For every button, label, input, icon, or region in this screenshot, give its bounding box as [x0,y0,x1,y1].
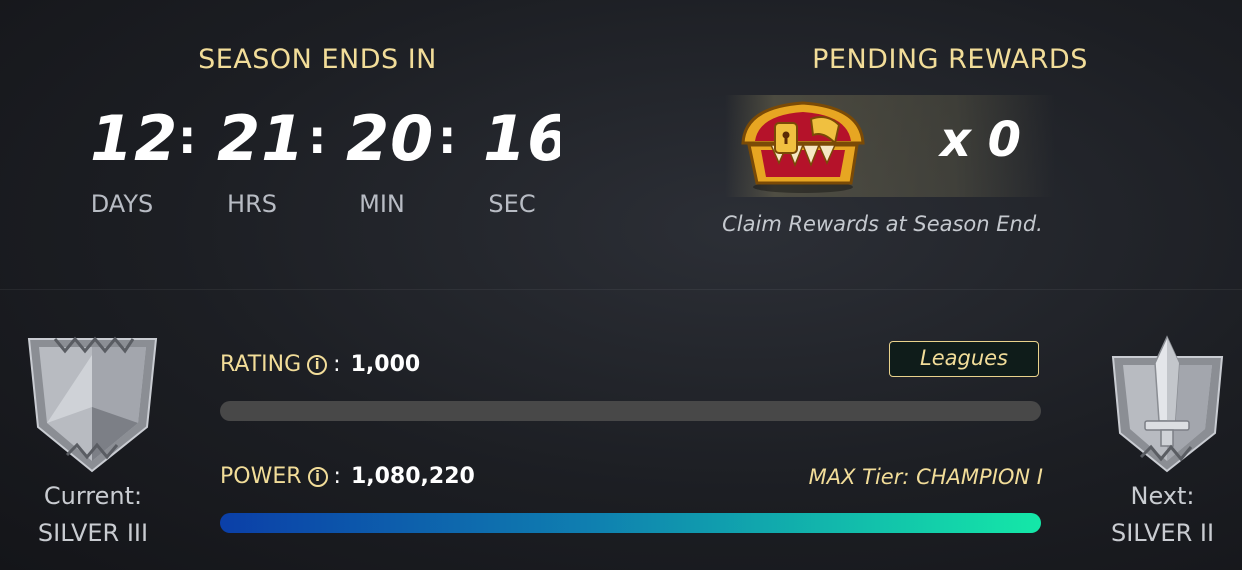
season-countdown: 12 : 21 : 20 : 16 [90,102,560,182]
timer-separator: : [178,110,197,164]
max-tier-label: MAX Tier: CHAMPION I [808,465,1043,489]
claim-rewards-note: Claim Rewards at Season End. [722,212,1043,236]
next-rank-name: SILVER II [1110,519,1215,547]
section-divider [0,289,1242,290]
silver-league-shield-icon [27,336,158,473]
power-info-icon[interactable]: i [307,466,328,487]
season-ends-title: SEASON ENDS IN [198,44,437,75]
unit-hrs: HRS [227,190,277,218]
next-label: Next: [1130,482,1195,510]
rating-row: RATING i : 1,000 [220,352,420,377]
timer-separator: : [438,110,457,164]
power-value: 1,080,220 [350,464,475,489]
unit-sec: SEC [488,190,536,218]
timer-separator: : [308,110,327,164]
rating-value: 1,000 [350,352,421,377]
timer-min: 20 [346,102,435,175]
treasure-chest-icon [741,101,865,193]
pending-rewards-title: PENDING REWARDS [812,44,1088,75]
timer-hrs: 21 [217,102,306,175]
rating-separator: : [333,352,341,377]
unit-min: MIN [359,190,405,218]
leagues-button[interactable]: Leagues [889,341,1039,377]
current-rank-name: SILVER III [37,519,149,547]
reward-count: x 0 [940,112,1022,168]
current-rank: Current: SILVER III [18,478,168,552]
timer-days: 12 [90,102,179,175]
rating-info-icon[interactable]: i [307,354,328,375]
silver-sword-shield-icon [1111,335,1224,473]
current-label: Current: [43,482,143,510]
timer-sec: 16 [483,102,560,175]
rating-label: RATING [220,352,302,377]
unit-days: DAYS [90,190,154,218]
power-label: POWER [220,464,302,489]
power-progress-bar [220,513,1041,533]
rating-progress-bar [220,401,1041,421]
power-separator: : [333,464,341,489]
next-rank: Next: SILVER II [1090,478,1235,552]
power-row: POWER i : 1,080,220 [220,464,475,489]
